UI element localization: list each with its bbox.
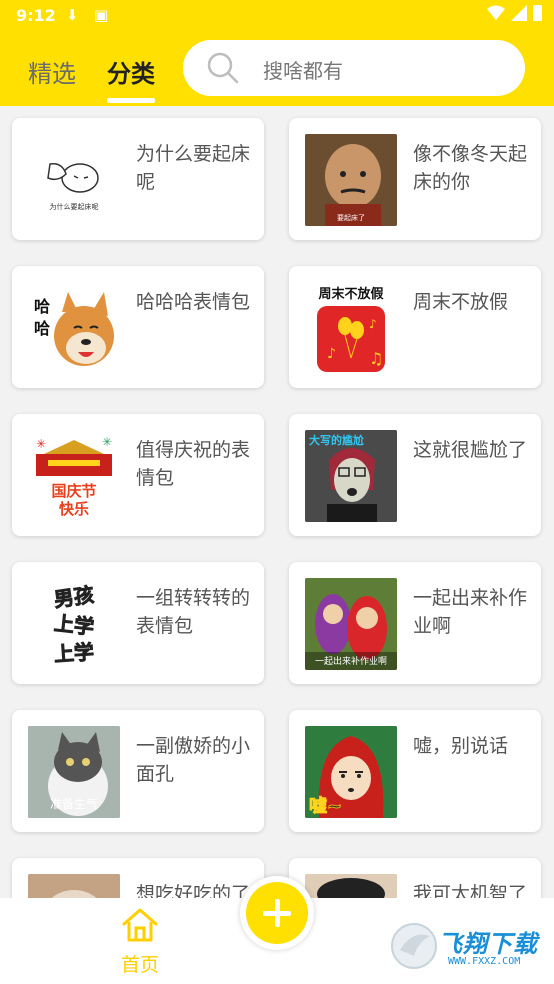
card-thumbnail: 大写的尴尬 (305, 430, 397, 522)
add-button[interactable] (240, 876, 314, 950)
red-hood-image: 嘘~ (305, 726, 397, 818)
svg-text:上学: 上学 (53, 611, 95, 639)
thumb-caption-1: 哈 (34, 297, 50, 316)
thumb-caption: 大写的尴尬 (309, 433, 364, 447)
svg-text:✳: ✳ (102, 435, 112, 449)
thumb-caption: 嘘~ (309, 796, 342, 817)
card-title: 我可太机智了 (413, 883, 528, 898)
thumb-caption: 准备生气 (50, 796, 98, 811)
search-placeholder: 搜啥都有 (263, 59, 343, 83)
tab-category[interactable]: 分类 (107, 54, 155, 89)
svg-text:♪: ♪ (327, 346, 336, 362)
category-card[interactable]: 准备生气 一副傲娇的小面孔 (12, 710, 264, 832)
shiba-dog-image: 哈 哈 (34, 292, 114, 366)
thumb-caption-1: 国庆节 (51, 482, 96, 500)
sleepy-character-image: 为什么要起床呢 (47, 162, 99, 211)
awkward-cartoon-image: 大写的尴尬 (305, 430, 397, 522)
category-card[interactable]: 男孩 上学 上学 一组转转转的表情包 (12, 562, 264, 684)
card-thumbnail: 周末不放假 ♪ ♫ ♪ (305, 282, 397, 374)
category-card[interactable]: 我可太机智了 (289, 858, 541, 898)
svg-text:♫: ♫ (369, 349, 383, 368)
thumb-caption-2: 快乐 (59, 500, 89, 518)
card-thumbnail: 为什么要起床呢 (28, 134, 120, 226)
status-bar: 9:12 ⬇ ▣ (0, 0, 554, 30)
card-title: 周末不放假 (413, 291, 509, 313)
category-card[interactable]: 要起床了 像不像冬天起床的你 (289, 118, 541, 240)
national-day-image: ✳ ✳ 国庆节 快乐 (36, 435, 112, 518)
status-time: 9:12 (16, 6, 56, 25)
card-title: 一起出来补作业啊 (413, 587, 528, 637)
bald-man-image: 要起床了 (305, 134, 397, 226)
card-thumbnail: 哈 哈 (28, 282, 120, 374)
svg-text:✳: ✳ (36, 437, 46, 451)
card-thumbnail: 要起床了 (305, 134, 397, 226)
card-thumbnail: 嘘~ (305, 726, 397, 818)
category-card[interactable]: 周末不放假 ♪ ♫ ♪ 周末不放假 (289, 266, 541, 388)
card-thumbnail (28, 874, 120, 898)
signal-icon (511, 5, 527, 21)
download-icon: ⬇ (66, 6, 79, 24)
spinning-text-image: 男孩 上学 上学 (52, 582, 96, 667)
card-title: 为什么要起床呢 (136, 143, 251, 193)
card-thumbnail: 一起出来补作业啊 (305, 578, 397, 670)
svg-text:男孩: 男孩 (52, 582, 95, 611)
svg-text:上学: 上学 (53, 640, 95, 667)
weekend-balloon-image: 周末不放假 ♪ ♫ ♪ (317, 286, 385, 372)
watermark-logo: 飞翔下载 WWW.FXXZ.COM (388, 916, 544, 974)
search-bar[interactable]: 搜啥都有 (183, 40, 525, 96)
card-title: 值得庆祝的表情包 (136, 439, 251, 489)
card-title: 想吃好吃的了 (136, 883, 251, 898)
thumb-caption: 要起床了 (337, 213, 365, 222)
category-tabs: 精选 分类 (0, 40, 180, 106)
thumb-caption-2: 哈 (34, 319, 50, 338)
clever-character-image (305, 874, 397, 898)
top-header: 9:12 ⬇ ▣ 精选 分类 搜啥都有 (0, 0, 554, 106)
battery-icon (533, 5, 542, 21)
watermark-bird-icon (391, 923, 437, 969)
home-icon (122, 908, 158, 942)
nav-home-label: 首页 (120, 954, 159, 976)
category-grid[interactable]: 为什么要起床呢 为什么要起床呢 要起床了 像不像冬天起床的你 哈 哈 哈哈哈表情… (0, 106, 554, 898)
search-icon (207, 52, 239, 84)
grey-cat-image: 准备生气 (28, 726, 120, 818)
card-title: 嘘，别说话 (413, 735, 509, 757)
card-thumbnail: 准备生气 (28, 726, 120, 818)
plus-icon (246, 882, 308, 944)
category-card[interactable]: ✳ ✳ 国庆节 快乐 值得庆祝的表情包 (12, 414, 264, 536)
active-tab-indicator (107, 98, 155, 103)
card-title: 这就很尴尬了 (413, 439, 528, 461)
notification-a-icon: ▣ (94, 6, 109, 24)
wifi-icon (487, 5, 505, 20)
card-title: 一组转转转的表情包 (136, 587, 251, 637)
thumb-caption: 一起出来补作业啊 (315, 655, 387, 667)
watermark-url: WWW.FXXZ.COM (448, 956, 521, 967)
tab-featured[interactable]: 精选 (28, 54, 76, 89)
category-card[interactable]: 嘘~ 嘘，别说话 (289, 710, 541, 832)
card-title: 一副傲娇的小面孔 (136, 735, 251, 785)
category-card[interactable]: 一起出来补作业啊 一起出来补作业啊 (289, 562, 541, 684)
category-card[interactable]: 想吃好吃的了 (12, 858, 264, 898)
status-right-icons (487, 5, 542, 21)
card-thumbnail: ✳ ✳ 国庆节 快乐 (28, 430, 120, 522)
nav-home[interactable]: 首页 (112, 906, 168, 977)
category-card[interactable]: 大写的尴尬 这就很尴尬了 (289, 414, 541, 536)
card-thumbnail: 男孩 上学 上学 (28, 578, 120, 670)
food-cat-image (28, 874, 120, 898)
category-card[interactable]: 为什么要起床呢 为什么要起床呢 (12, 118, 264, 240)
svg-text:♪: ♪ (369, 317, 377, 331)
thumb-caption: 周末不放假 (318, 286, 384, 302)
card-title: 像不像冬天起床的你 (413, 143, 528, 193)
card-thumbnail (305, 874, 397, 898)
thumb-caption: 为什么要起床呢 (50, 202, 99, 211)
watermark-text: 飞翔下载 (438, 930, 538, 958)
card-title: 哈哈哈表情包 (136, 291, 251, 313)
teletubbies-image: 一起出来补作业啊 (305, 578, 397, 670)
category-card[interactable]: 哈 哈 哈哈哈表情包 (12, 266, 264, 388)
